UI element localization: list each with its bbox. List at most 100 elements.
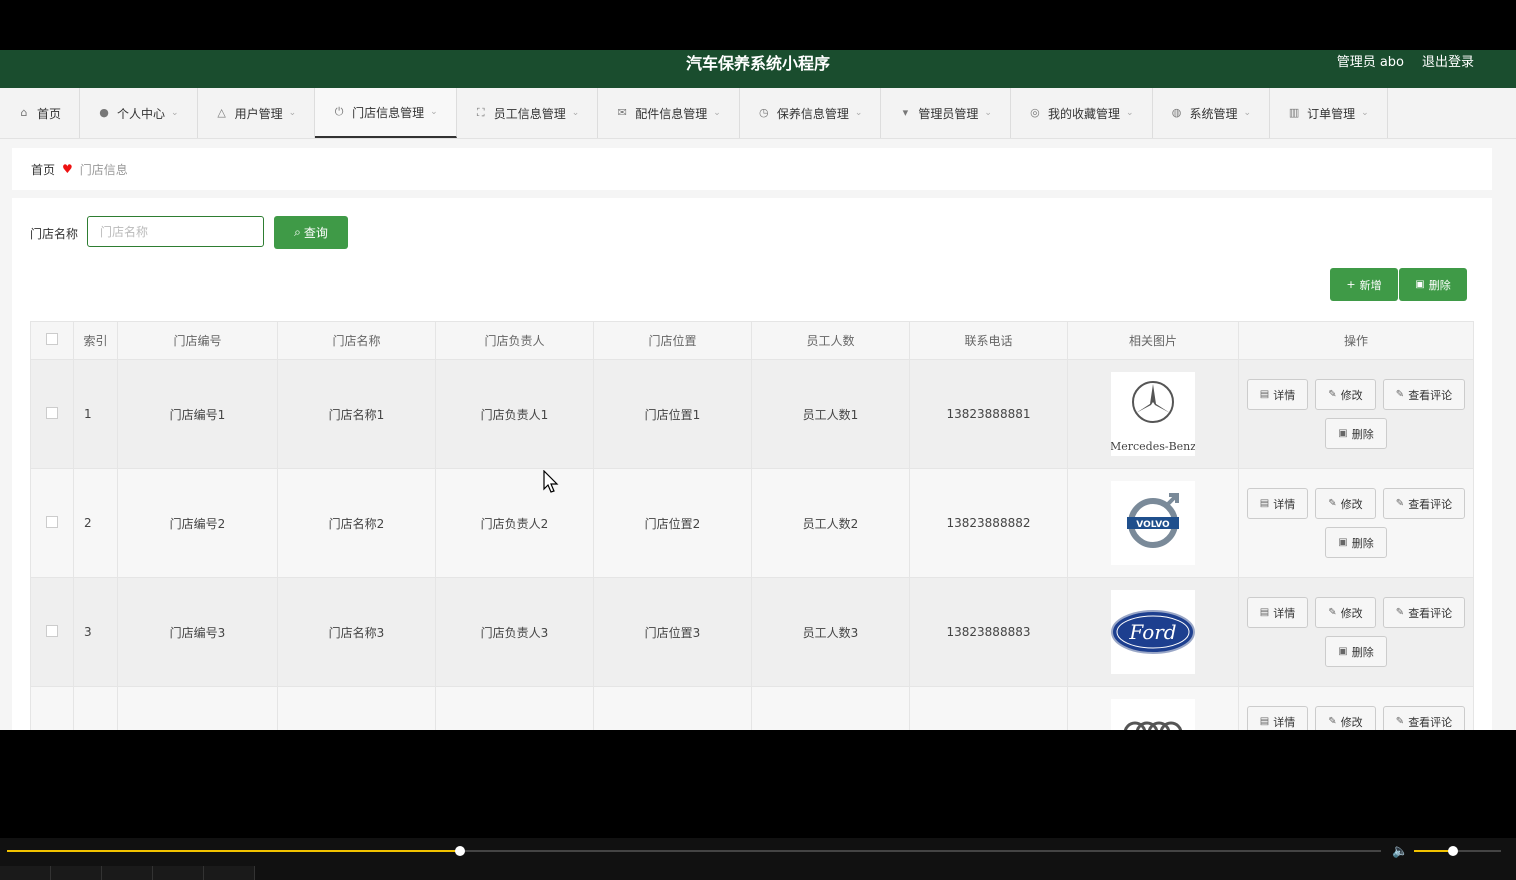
seek-handle[interactable] [455, 846, 466, 856]
delete-label: 删除 [1351, 536, 1374, 550]
table-row: 3 门店编号3 门店名称3 门店负责人3 门店位置3 员工人数3 1382388… [30, 577, 1474, 687]
nav-item[interactable]: ● 个人中心 ⌄ [80, 88, 198, 138]
nav-item[interactable]: ◍ 系统管理 ⌄ [1153, 88, 1271, 138]
detail-button[interactable]: ▤ 详情 [1247, 488, 1308, 519]
store-manager-cell: 门店负责人1 [435, 359, 594, 469]
nav-item[interactable]: ◎ 我的收藏管理 ⌄ [1011, 88, 1153, 138]
nav-item-label: 员工信息管理 [493, 106, 566, 121]
edit-label: 修改 [1340, 497, 1363, 511]
volume-icon[interactable]: 🔈 [1392, 844, 1408, 859]
logout-link[interactable]: 退出登录 [1422, 50, 1474, 76]
seek-bar[interactable] [7, 846, 1381, 856]
store-manager-cell: 门店负责人3 [435, 577, 594, 687]
nav-item[interactable]: ⏻ 门店信息管理 ⌄ [315, 88, 457, 138]
view-reviews-button[interactable]: ✎ 查看评论 [1383, 379, 1465, 410]
staff-count-cell: 员工人数4 [751, 686, 910, 730]
add-button[interactable]: + 新增 [1330, 268, 1398, 301]
volume-slider[interactable] [1414, 846, 1501, 856]
nav-item[interactable]: ▥ 订单管理 ⌄ [1270, 88, 1388, 138]
volume-handle[interactable] [1448, 846, 1459, 856]
breadcrumb-home[interactable]: 首页 [31, 161, 55, 178]
table-row: 1 门店编号1 门店名称1 门店负责人1 门店位置1 员工人数1 1382388… [30, 359, 1474, 469]
query-button[interactable]: ⌕ 查询 [274, 216, 348, 249]
image-cell: Mercedes-Benz [1067, 359, 1239, 469]
table-row: 2 门店编号2 门店名称2 门店负责人2 门店位置2 员工人数2 1382388… [30, 468, 1474, 578]
delete-row-button[interactable]: ▣ 删除 [1325, 636, 1387, 667]
col-header: 操作 [1238, 321, 1474, 360]
nav-item[interactable]: ⛶ 员工信息管理 ⌄ [457, 88, 599, 138]
chart-icon: ▥ [1288, 106, 1300, 119]
nav-item[interactable]: △ 用户管理 ⌄ [198, 88, 316, 138]
select-all-cell[interactable] [30, 321, 74, 360]
review-label: 查看评论 [1408, 388, 1453, 402]
edit-button[interactable]: ✎ 修改 [1315, 706, 1376, 730]
nav-item[interactable]: ▾ 管理员管理 ⌄ [881, 88, 1011, 138]
nav-item[interactable]: ⌂ 首页 [0, 88, 81, 138]
chevron-down-icon: ⌄ [1243, 108, 1252, 118]
control-button[interactable] [153, 866, 204, 880]
add-button-label: 新增 [1359, 278, 1382, 292]
detail-button[interactable]: ▤ 详情 [1247, 379, 1308, 410]
row-select-cell[interactable] [30, 468, 74, 578]
store-manager-cell: 门店负责人4 [435, 686, 594, 730]
store-name-input[interactable] [87, 216, 264, 247]
control-button[interactable] [102, 866, 153, 880]
chevron-down-icon: ⌄ [1125, 108, 1134, 118]
row-actions: ▤详情 ✎修改 ✎查看评论 ▣删除 [1241, 488, 1471, 558]
detail-button[interactable]: ▤ 详情 [1247, 706, 1308, 730]
player-controls-row [0, 866, 1516, 880]
row-checkbox[interactable] [46, 515, 58, 528]
bell-icon: △ [217, 106, 226, 119]
row-checkbox[interactable] [46, 406, 58, 419]
delete-row-button[interactable]: ▣ 删除 [1325, 527, 1387, 558]
store-location-cell: 门店位置1 [593, 359, 752, 469]
review-label: 查看评论 [1408, 606, 1453, 620]
nav-item[interactable]: ◷ 保养信息管理 ⌄ [740, 88, 882, 138]
batch-delete-button[interactable]: ▣ 删除 [1399, 268, 1467, 301]
plus-icon: + [1346, 278, 1356, 291]
store-table: 索引 门店编号 门店名称 门店负责人 门店位置 员工人数 联系电话 相关图片 操… [30, 321, 1474, 730]
view-reviews-button[interactable]: ✎ 查看评论 [1383, 488, 1465, 519]
edit-button[interactable]: ✎ 修改 [1315, 597, 1376, 628]
detail-button[interactable]: ▤ 详情 [1247, 597, 1308, 628]
col-header: 门店编号 [117, 321, 278, 360]
control-button[interactable] [0, 866, 51, 880]
select-all-checkbox[interactable] [46, 333, 58, 345]
document-icon: ▤ [1259, 607, 1270, 618]
globe-icon: ◍ [1171, 106, 1182, 119]
mail-icon: ✉ [617, 106, 627, 119]
phone-cell: 13823888884 [909, 686, 1068, 730]
main-nav: ⌂ 首页 ● 个人中心 ⌄ △ 用户管理 ⌄ ⏻ 门店信息管理 ⌄ ⛶ 员工信息管理 ⌄ ✉ 配件信息管理 ⌄ ◷… [0, 88, 1516, 139]
nav-item-label: 订单管理 [1307, 106, 1356, 121]
nav-item[interactable]: ✉ 配件信息管理 ⌄ [598, 88, 740, 138]
pencil-icon: ✎ [1395, 389, 1405, 400]
chevron-down-icon: ⌄ [171, 108, 179, 118]
pin-icon: ▾ [902, 106, 909, 119]
col-header: 索引 [73, 321, 118, 360]
row-checkbox[interactable] [46, 624, 58, 637]
view-reviews-button[interactable]: ✎ 查看评论 [1383, 706, 1465, 730]
row-select-cell[interactable] [30, 577, 74, 687]
control-button[interactable] [51, 866, 102, 880]
index-cell: 4 [73, 686, 118, 730]
edit-button[interactable]: ✎ 修改 [1315, 488, 1376, 519]
target-icon: ◎ [1030, 106, 1040, 119]
pencil-icon: ✎ [1395, 607, 1405, 618]
brand-logo-image [1111, 699, 1195, 730]
row-select-cell[interactable] [30, 359, 74, 469]
image-cell [1067, 686, 1239, 730]
home-icon: ⌂ [20, 106, 28, 119]
phone-cell: 13823888882 [909, 468, 1068, 578]
store-name-cell: 门店名称4 [277, 686, 436, 730]
control-button[interactable] [204, 866, 255, 880]
brand-logo-image: Mercedes-Benz [1111, 372, 1195, 456]
edit-button[interactable]: ✎ 修改 [1315, 379, 1376, 410]
chevron-down-icon: ⌄ [430, 107, 438, 117]
document-icon: ▤ [1259, 716, 1270, 727]
row-select-cell[interactable] [30, 686, 74, 730]
edit-label: 修改 [1340, 715, 1363, 729]
col-header: 门店名称 [277, 321, 436, 360]
view-reviews-button[interactable]: ✎ 查看评论 [1383, 597, 1465, 628]
nav-item-label: 管理员管理 [918, 106, 979, 121]
delete-row-button[interactable]: ▣ 删除 [1325, 418, 1387, 449]
